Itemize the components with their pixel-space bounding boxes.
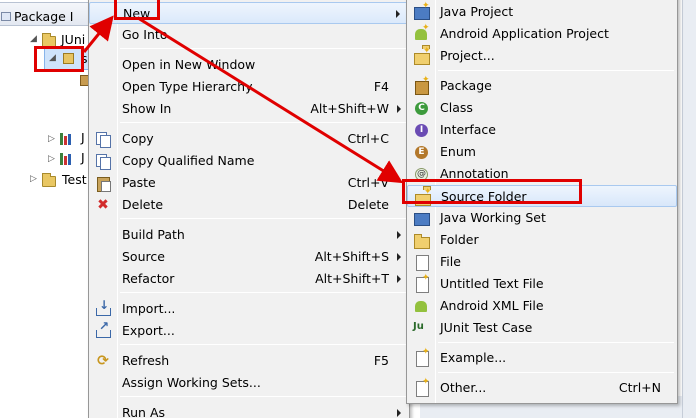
arrow-to-new xyxy=(82,15,114,53)
arrow-to-source-folder xyxy=(137,16,404,184)
annotation-arrows xyxy=(82,15,404,184)
